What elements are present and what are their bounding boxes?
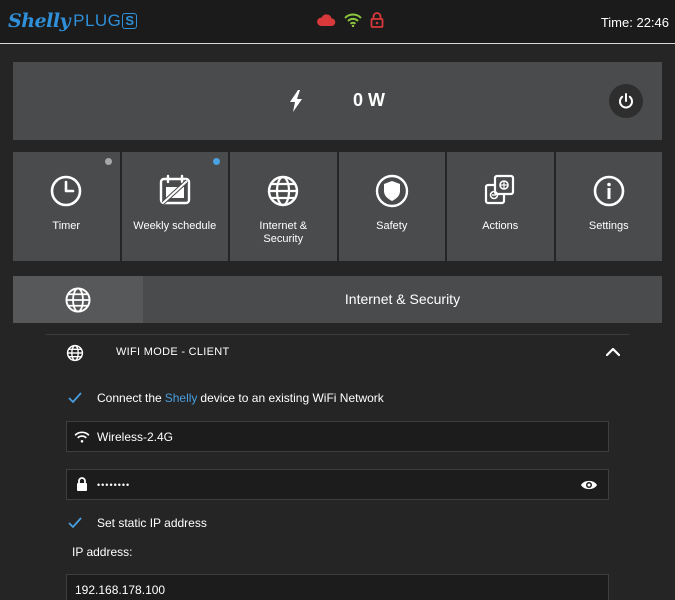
tile-label: Timer xyxy=(52,220,81,232)
connect-text-brand: Shelly xyxy=(164,390,198,405)
status-dot xyxy=(213,158,220,165)
connect-text-before: Connect the xyxy=(97,390,162,405)
password-value: •••••••• xyxy=(97,479,131,490)
ssid-field[interactable]: Wireless-2.4G xyxy=(66,421,609,452)
globe-icon xyxy=(65,286,91,313)
static-ip-row: Set static IP address xyxy=(66,514,207,531)
tile-actions[interactable]: Actions xyxy=(447,152,554,261)
tile-safety[interactable]: Safety xyxy=(338,152,445,261)
app-header: Shelly PLUG S Time: 22:46 xyxy=(0,0,675,44)
calendar-icon xyxy=(158,174,192,208)
tile-label: Internet & Security xyxy=(259,220,308,245)
globe-icon xyxy=(266,174,300,208)
info-icon xyxy=(592,174,626,208)
section-title: Internet & Security xyxy=(344,291,461,307)
eye-icon[interactable] xyxy=(570,479,608,491)
shelly-logo: Shelly PLUG S xyxy=(8,9,138,33)
clock-icon xyxy=(49,174,83,208)
tile-weekly-schedule[interactable]: Weekly schedule xyxy=(121,152,228,261)
wifi-mode-header[interactable]: WIFI MODE - CLIENT xyxy=(66,343,626,363)
connect-wifi-row: Connect the Shelly device to an existing… xyxy=(66,389,384,406)
tile-timer[interactable]: Timer xyxy=(13,152,120,261)
logo-product: PLUG xyxy=(73,11,122,30)
ip-address-label: IP address: xyxy=(72,545,133,559)
tile-label: Settings xyxy=(588,220,629,232)
chevron-up-icon[interactable] xyxy=(606,347,620,357)
tile-label: Safety xyxy=(376,220,408,232)
tile-internet-security[interactable]: Internet & Security xyxy=(230,152,337,261)
section-bar: Internet & Security xyxy=(13,276,662,323)
connect-wifi-checkbox[interactable] xyxy=(66,389,83,406)
logo-brand: Shelly xyxy=(8,10,71,32)
wifi-mode-label: WIFI MODE - CLIENT xyxy=(116,346,230,358)
clock-time: Time: 22:46 xyxy=(600,15,669,30)
power-toggle-button[interactable] xyxy=(609,84,643,118)
section-icon-box xyxy=(13,276,143,323)
static-ip-label: Set static IP address xyxy=(97,515,207,530)
logo-product-badge: S xyxy=(122,13,138,29)
power-panel: 0 W xyxy=(13,62,662,140)
checkmark-icon xyxy=(67,391,82,403)
feature-tiles: Timer Weekly schedule Internet & Securit… xyxy=(13,152,662,261)
wifi-icon xyxy=(67,431,97,443)
ssid-value: Wireless-2.4G xyxy=(97,429,174,444)
tile-label: Weekly schedule xyxy=(133,220,217,232)
password-field[interactable]: •••••••• xyxy=(66,469,609,500)
ip-address-value: 192.168.178.100 xyxy=(75,582,166,597)
actions-icon xyxy=(482,174,518,208)
status-dot xyxy=(104,158,112,165)
static-ip-checkbox[interactable] xyxy=(66,514,83,531)
connect-text-after: device to an existing WiFi Network xyxy=(200,390,384,405)
status-icons xyxy=(316,12,384,28)
shield-icon xyxy=(375,174,409,208)
ip-address-field[interactable]: 192.168.178.100 xyxy=(66,574,609,600)
wifi-icon xyxy=(344,13,362,27)
globe-icon xyxy=(66,344,84,362)
power-icon xyxy=(619,93,633,109)
tile-settings[interactable]: Settings xyxy=(555,152,662,261)
power-value: 0 W xyxy=(353,90,386,110)
bolt-icon xyxy=(289,90,303,117)
tile-label: Actions xyxy=(482,220,519,232)
lock-icon xyxy=(370,12,384,28)
cloud-icon xyxy=(316,13,336,27)
checkmark-icon xyxy=(67,516,82,528)
lock-icon xyxy=(67,477,97,492)
divider xyxy=(46,334,629,335)
